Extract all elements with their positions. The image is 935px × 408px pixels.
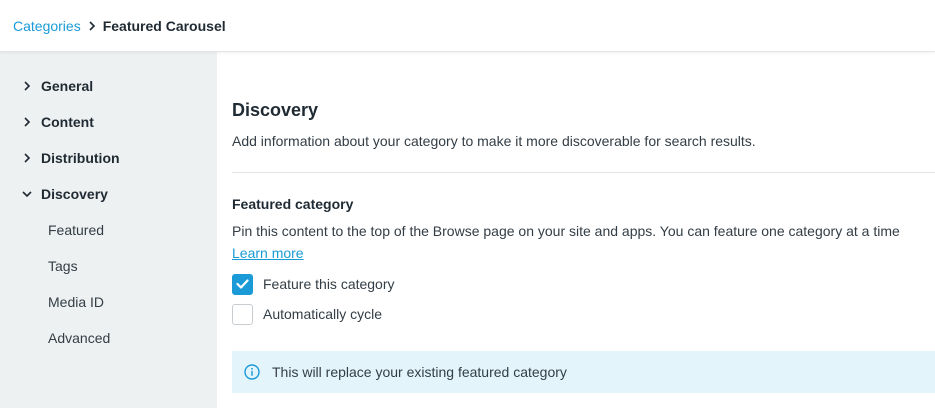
featured-category-title: Featured category <box>232 196 354 212</box>
sidebar-subitem-advanced[interactable]: Advanced <box>0 320 217 356</box>
divider <box>232 172 935 173</box>
breadcrumb-current: Featured Carousel <box>102 17 226 34</box>
breadcrumb-categories-link[interactable]: Categories <box>13 18 81 34</box>
info-icon <box>244 364 260 380</box>
sidebar-item-label: Content <box>41 114 94 130</box>
section-description: Add information about your category to m… <box>232 133 756 149</box>
feature-this-category-option[interactable]: Feature this category <box>232 273 395 295</box>
chevron-right-icon <box>20 151 34 165</box>
header: Categories Featured Carousel <box>0 0 935 52</box>
feature-this-category-checkbox[interactable] <box>232 273 253 295</box>
sidebar-item-label: General <box>41 78 94 94</box>
chevron-down-icon <box>20 187 34 201</box>
sidebar-subitem-media-id[interactable]: Media ID <box>0 284 217 320</box>
chevron-right-icon <box>88 20 96 31</box>
featured-category-description: Pin this content to the top of the Brows… <box>232 223 900 239</box>
checkbox-label: Automatically cycle <box>263 306 383 322</box>
section-title: Discovery <box>232 100 319 120</box>
sidebar-item-general[interactable]: General <box>0 68 217 104</box>
learn-more-link[interactable]: Learn more <box>232 245 304 261</box>
sidebar-item-label: Distribution <box>41 150 120 166</box>
automatically-cycle-checkbox[interactable] <box>232 303 253 325</box>
sidebar-subitem-featured[interactable]: Featured <box>0 212 217 248</box>
checkbox-label: Feature this category <box>263 276 395 292</box>
check-icon <box>236 279 249 289</box>
chevron-right-icon <box>20 115 34 129</box>
sidebar: General Content Distribution Discovery F… <box>0 52 217 408</box>
info-banner: This will replace your existing featured… <box>232 351 935 393</box>
sidebar-item-label: Discovery <box>41 186 108 202</box>
automatically-cycle-option[interactable]: Automatically cycle <box>232 303 382 325</box>
main-content: Discovery Add information about your cat… <box>217 52 935 408</box>
breadcrumb: Categories Featured Carousel <box>13 18 226 34</box>
sidebar-item-distribution[interactable]: Distribution <box>0 140 217 176</box>
sidebar-item-discovery[interactable]: Discovery <box>0 176 217 212</box>
sidebar-subitem-tags[interactable]: Tags <box>0 248 217 284</box>
chevron-right-icon <box>20 79 34 93</box>
sidebar-item-content[interactable]: Content <box>0 104 217 140</box>
info-banner-text: This will replace your existing featured… <box>272 364 567 380</box>
